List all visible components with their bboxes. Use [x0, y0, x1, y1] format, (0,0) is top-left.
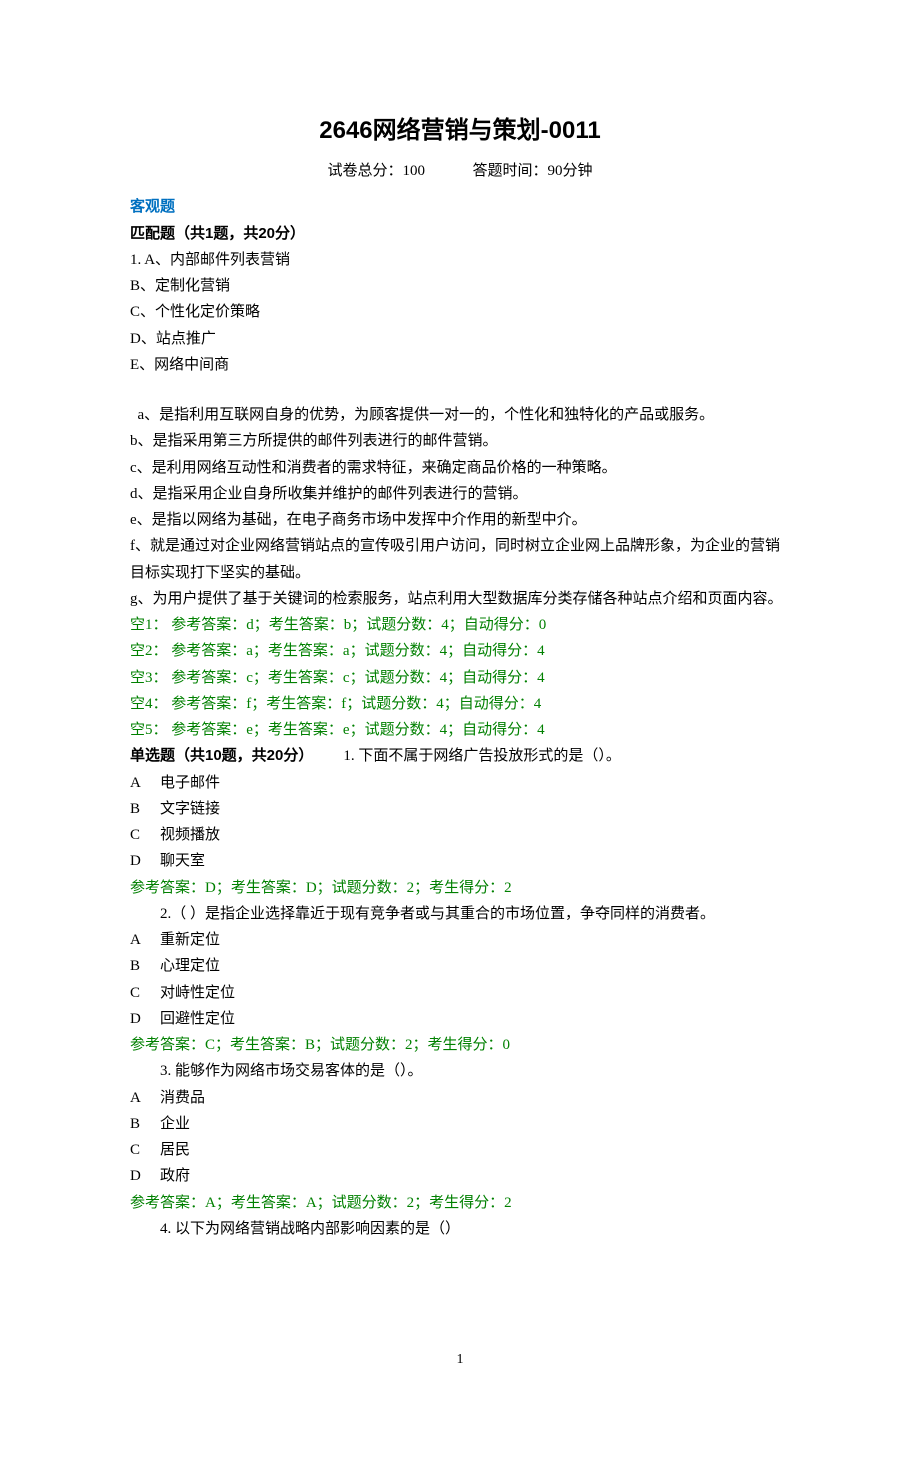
letter-c: C — [130, 1137, 160, 1163]
letter-c: C — [130, 822, 160, 848]
q2-option-b: B心理定位 — [130, 953, 790, 979]
blank-3-answer: 空3： 参考答案：c；考生答案：c；试题分数：4；自动得分：4 — [130, 665, 790, 691]
match-desc-g: g、为用户提供了基于关键词的检索服务，站点利用大型数据库分类存储各种站点介绍和页… — [130, 586, 790, 612]
meta-line: 试卷总分：100 答题时间：90分钟 — [130, 158, 790, 184]
q1-b-text: 文字链接 — [160, 801, 220, 817]
single-q2-stem: 2.（ ）是指企业选择靠近于现有竞争者或与其重合的市场位置，争夺同样的消费者。 — [130, 901, 790, 927]
q2-a-text: 重新定位 — [160, 932, 220, 948]
single-q4-stem: 4. 以下为网络营销战略内部影响因素的是（） — [130, 1216, 790, 1242]
blank-1-answer: 空1： 参考答案：d；考生答案：b；试题分数：4；自动得分：0 — [130, 612, 790, 638]
letter-a: A — [130, 927, 160, 953]
match-desc-c: c、是利用网络互动性和消费者的需求特征，来确定商品价格的一种策略。 — [130, 455, 790, 481]
q3-answer: 参考答案：A；考生答案：A；试题分数：2；考生得分：2 — [130, 1190, 790, 1216]
page-number: 1 — [130, 1348, 790, 1373]
q1-prefix: 1. — [130, 252, 144, 268]
match-desc-f: f、就是通过对企业网络营销站点的宣传吸引用户访问，同时树立企业网上品牌形象，为企… — [130, 533, 790, 586]
letter-b: B — [130, 953, 160, 979]
letter-b: B — [130, 1111, 160, 1137]
matching-question-1: 1. A、内部邮件列表营销 — [130, 247, 790, 273]
match-option-a: A、内部邮件列表营销 — [144, 252, 290, 268]
q1-d-text: 聊天室 — [160, 853, 205, 869]
q2-d-text: 回避性定位 — [160, 1011, 235, 1027]
letter-c: C — [130, 980, 160, 1006]
document-title: 2646网络营销与策划-0011 — [130, 110, 790, 152]
single-header-line: 单选题（共10题，共20分） 1. 下面不属于网络广告投放形式的是（）。 — [130, 743, 790, 769]
q3-option-d: D政府 — [130, 1163, 790, 1189]
q1-option-c: C视频播放 — [130, 822, 790, 848]
q2-b-text: 心理定位 — [160, 958, 220, 974]
q3-option-c: C居民 — [130, 1137, 790, 1163]
single-q3-stem: 3. 能够作为网络市场交易客体的是（）。 — [130, 1058, 790, 1084]
q2-option-a: A重新定位 — [130, 927, 790, 953]
match-desc-a: a、是指利用互联网自身的优势，为顾客提供一对一的，个性化和独特化的产品或服务。 — [130, 402, 790, 428]
q3-c-text: 居民 — [160, 1142, 190, 1158]
q1-a-text: 电子邮件 — [160, 775, 220, 791]
q2-c-text: 对峙性定位 — [160, 985, 235, 1001]
match-option-e: E、网络中间商 — [130, 352, 790, 378]
match-desc-b: b、是指采用第三方所提供的邮件列表进行的邮件营销。 — [130, 428, 790, 454]
match-option-d: D、站点推广 — [130, 326, 790, 352]
q2-option-d: D回避性定位 — [130, 1006, 790, 1032]
section-objective: 客观题 — [130, 194, 790, 220]
q3-a-text: 消费品 — [160, 1090, 205, 1106]
matching-header: 匹配题（共1题，共20分） — [130, 221, 790, 247]
match-option-b: B、定制化营销 — [130, 273, 790, 299]
q3-b-text: 企业 — [160, 1116, 190, 1132]
q2-option-c: C对峙性定位 — [130, 980, 790, 1006]
match-desc-e: e、是指以网络为基础，在电子商务市场中发挥中介作用的新型中介。 — [130, 507, 790, 533]
q1-answer: 参考答案：D；考生答案：D；试题分数：2；考生得分：2 — [130, 875, 790, 901]
q1-c-text: 视频播放 — [160, 827, 220, 843]
q3-d-text: 政府 — [160, 1168, 190, 1184]
letter-d: D — [130, 848, 160, 874]
blank-4-answer: 空4： 参考答案：f；考生答案：f；试题分数：4；自动得分：4 — [130, 691, 790, 717]
blank-2-answer: 空2： 参考答案：a；考生答案：a；试题分数：4；自动得分：4 — [130, 638, 790, 664]
q2-answer: 参考答案：C；考生答案：B；试题分数：2；考生得分：0 — [130, 1032, 790, 1058]
single-choice-header: 单选题（共10题，共20分） — [130, 743, 343, 769]
page: 2646网络营销与策划-0011 试卷总分：100 答题时间：90分钟 客观题 … — [130, 110, 790, 1412]
letter-d: D — [130, 1006, 160, 1032]
letter-a: A — [130, 1085, 160, 1111]
q1-option-d: D聊天室 — [130, 848, 790, 874]
q1-option-b: B文字链接 — [130, 796, 790, 822]
q3-option-b: B企业 — [130, 1111, 790, 1137]
q1-option-a: A电子邮件 — [130, 770, 790, 796]
letter-d: D — [130, 1163, 160, 1189]
total-score: 试卷总分：100 — [327, 158, 425, 184]
q3-option-a: A消费品 — [130, 1085, 790, 1111]
letter-a: A — [130, 770, 160, 796]
answer-time: 答题时间：90分钟 — [473, 158, 593, 184]
match-option-c: C、个性化定价策略 — [130, 299, 790, 325]
letter-b: B — [130, 796, 160, 822]
blank-5-answer: 空5： 参考答案：e；考生答案：e；试题分数：4；自动得分：4 — [130, 717, 790, 743]
spacer — [130, 378, 790, 402]
match-desc-d: d、是指采用企业自身所收集并维护的邮件列表进行的营销。 — [130, 481, 790, 507]
single-q1-stem: 1. 下面不属于网络广告投放形式的是（）。 — [343, 743, 790, 769]
